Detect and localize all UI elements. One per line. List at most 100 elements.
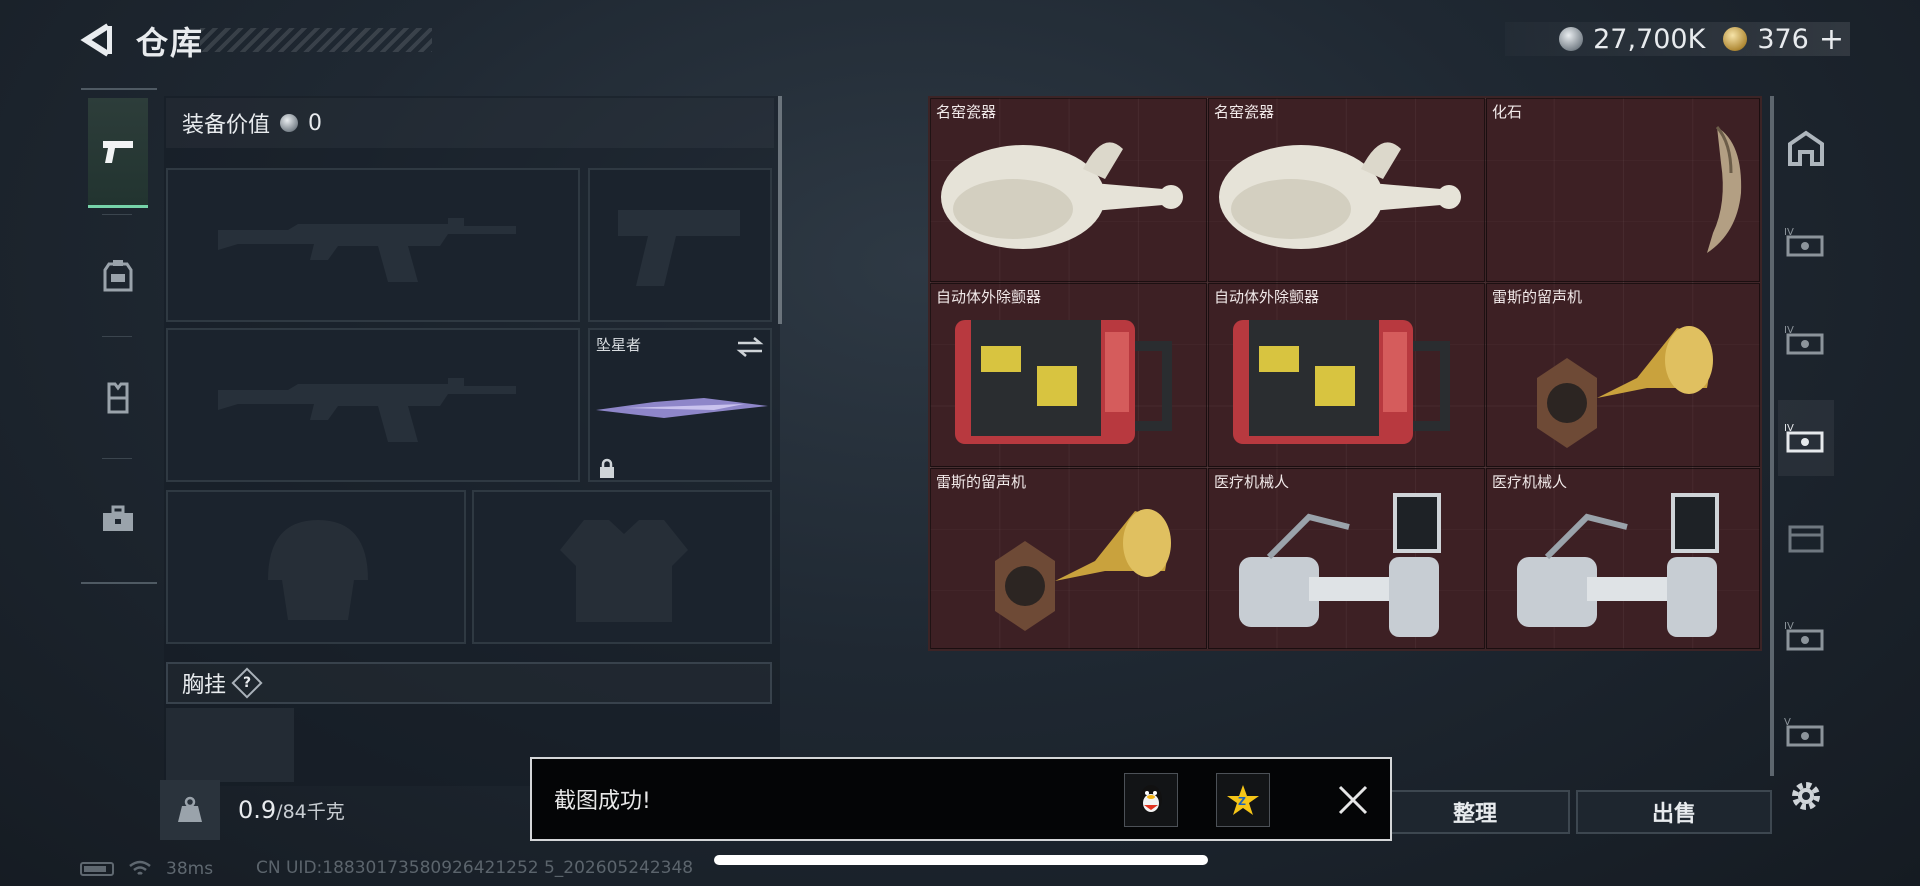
tab-weapons[interactable] <box>88 98 148 208</box>
toast-close-button[interactable] <box>1326 773 1380 827</box>
medical-robot-icon <box>1239 493 1441 637</box>
tab-armor[interactable] <box>88 220 148 330</box>
weight-readout: 0.9/84千克 <box>238 796 345 824</box>
chest-rig-label: 胸挂 <box>182 673 227 698</box>
stash-item[interactable]: 医疗机械人 <box>1208 468 1485 649</box>
gramophone-icon <box>1537 326 1713 448</box>
currency-bar: 27,700K 376 + <box>1505 22 1850 57</box>
case-tier-4-icon: IV <box>1784 423 1824 453</box>
fossil-claw-icon <box>1707 126 1742 253</box>
stash-item[interactable]: 雷斯的留声机 <box>930 468 1207 649</box>
tab-rig[interactable] <box>88 342 148 452</box>
stash-item[interactable]: 名窑瓷器 <box>930 98 1207 282</box>
stash-scrollbar[interactable] <box>1770 96 1774 776</box>
pistol-silhouette-icon <box>618 210 740 286</box>
stash-item[interactable]: 自动体外除颤器 <box>930 283 1207 467</box>
back-button[interactable] <box>78 20 118 60</box>
add-gold-button[interactable]: + <box>1819 22 1844 57</box>
gramophone-icon <box>995 509 1171 631</box>
sell-button[interactable]: 出售 <box>1576 790 1772 834</box>
defibrillator-icon <box>1233 320 1450 444</box>
stash-tab-home[interactable] <box>1778 110 1834 186</box>
weight-icon <box>160 780 220 840</box>
case-tier-5-icon: V <box>1784 717 1824 747</box>
wifi-icon <box>129 860 151 875</box>
back-arrow-icon <box>80 23 112 57</box>
stash-tab-case[interactable]: V <box>1778 694 1834 770</box>
stash-item[interactable]: 雷斯的留声机 <box>1486 283 1760 467</box>
medical-robot-icon <box>1517 493 1719 637</box>
body-armor-slot[interactable] <box>472 490 772 644</box>
share-qzone-button[interactable]: Z <box>1216 773 1270 827</box>
helmet-slot[interactable] <box>166 490 466 644</box>
chest-rig-header: 胸挂 ? <box>166 662 772 704</box>
defibrillator-icon <box>955 320 1172 444</box>
page-title: 仓库 <box>136 24 205 62</box>
porcelain-vase-icon <box>1219 142 1461 249</box>
qzone-star-icon: Z <box>1227 785 1259 815</box>
close-icon <box>1338 785 1368 815</box>
silver-coin-icon <box>1559 27 1584 51</box>
primary-weapon-slot-1[interactable] <box>166 168 580 322</box>
sort-button[interactable]: 整理 <box>1380 790 1570 834</box>
tab-divider <box>102 214 132 215</box>
secondary-weapon-slot[interactable] <box>588 168 772 322</box>
device-status-bar: 38ms <box>80 856 213 882</box>
primary-weapon-slot-2[interactable] <box>166 328 580 482</box>
settings-button[interactable] <box>1780 770 1832 822</box>
gear-icon <box>1792 782 1820 810</box>
equipment-scrollbar[interactable] <box>778 96 782 324</box>
share-qq-button[interactable] <box>1124 773 1178 827</box>
rifle-silhouette-icon <box>218 218 516 282</box>
armor-silhouette-icon <box>560 520 688 622</box>
pistol-icon <box>103 140 133 163</box>
tab-case[interactable] <box>88 464 148 574</box>
home-indicator[interactable] <box>714 855 1208 865</box>
stash-item[interactable]: 自动体外除颤器 <box>1208 283 1485 467</box>
weight-bar: 0.9/84千克 <box>160 780 580 840</box>
gold-amount: 376 <box>1757 23 1809 55</box>
melee-slot[interactable]: 坠星者 <box>588 328 772 482</box>
melee-knife-icon <box>596 398 768 418</box>
battery-icon <box>80 862 114 876</box>
stash-tab-case[interactable]: IV <box>1778 302 1834 378</box>
stash-tab-case[interactable]: IV <box>1778 598 1834 674</box>
backpack-armor-icon <box>103 260 133 292</box>
silver-coin-icon <box>280 114 299 132</box>
screenshot-toast: 截图成功! Z <box>530 757 1392 841</box>
toast-message: 截图成功! <box>554 789 651 814</box>
lock-icon <box>600 458 614 478</box>
qq-penguin-icon <box>1140 785 1162 813</box>
equipment-value-header: 装备价值 0 <box>166 98 774 148</box>
gold-coin-icon <box>1723 27 1748 51</box>
chest-rig-slot[interactable] <box>166 708 294 782</box>
rifle-silhouette-icon <box>218 378 516 442</box>
svg-text:Z: Z <box>1238 795 1246 808</box>
vest-icon <box>107 382 129 414</box>
melee-name: 坠星者 <box>596 336 642 354</box>
helmet-silhouette-icon <box>268 520 368 620</box>
swap-icon[interactable] <box>736 336 764 358</box>
stash-item[interactable]: 名窑瓷器 <box>1208 98 1485 282</box>
porcelain-vase-icon <box>941 142 1183 249</box>
equipment-value: 0 <box>308 110 323 136</box>
stash-tab-crate[interactable] <box>1778 500 1834 576</box>
equipment-value-label: 装备价值 <box>182 113 271 138</box>
stash-tab-case-active[interactable]: IV <box>1778 400 1834 476</box>
help-icon[interactable]: ? <box>231 667 263 699</box>
case-tier-4-icon: IV <box>1784 621 1824 651</box>
home-tab-icon <box>1788 130 1824 166</box>
briefcase-icon <box>103 505 133 531</box>
case-tier-4-icon: IV <box>1784 227 1824 257</box>
crate-icon <box>1788 525 1824 553</box>
stash-tab-case[interactable]: IV <box>1778 204 1834 280</box>
tab-divider <box>102 336 132 337</box>
silver-amount: 27,700K <box>1593 23 1706 55</box>
tab-divider <box>102 458 132 459</box>
ping-readout: 38ms <box>166 859 214 879</box>
player-uid: CN UID:18830173580926421252 5_2026052423… <box>256 858 694 878</box>
stash-item[interactable]: 医疗机械人 <box>1486 468 1760 649</box>
title-decoration <box>200 28 432 52</box>
case-tier-4-icon: IV <box>1784 325 1824 355</box>
stash-item[interactable]: 化石 <box>1486 98 1760 282</box>
